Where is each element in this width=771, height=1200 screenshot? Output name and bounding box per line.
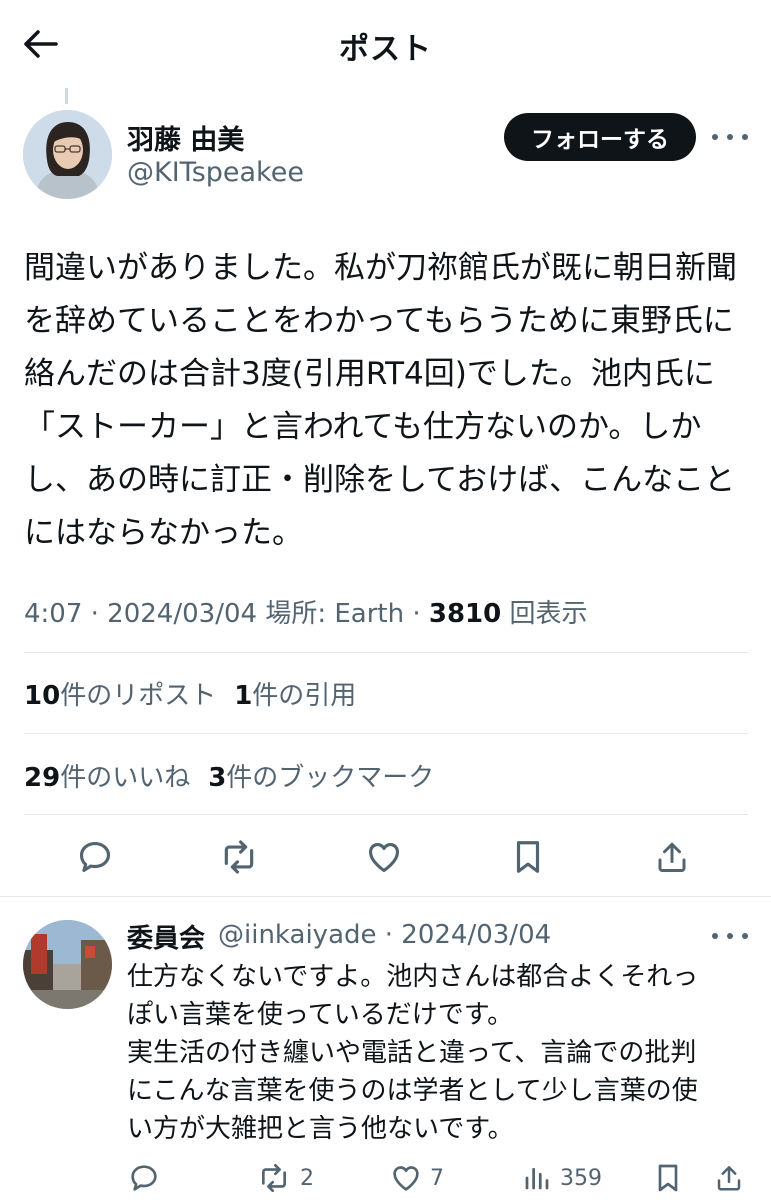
- tweet-meta: 4:07 · 2024/03/04 場所: Earth · 3810 回表示: [24, 593, 588, 630]
- dot: [742, 134, 748, 140]
- likes-stat[interactable]: 29件のいいね: [24, 763, 190, 793]
- reply-views-count: 359: [560, 1165, 602, 1191]
- like-icon: [393, 1166, 419, 1191]
- reply-author-handle-date[interactable]: @iinkaiyade · 2024/03/04: [218, 920, 551, 950]
- like-bookmark-stats: 29件のいいね 3件のブックマーク: [24, 757, 434, 794]
- divider: [24, 733, 748, 734]
- views-count: 3810: [428, 599, 502, 629]
- tweet-location: 場所: Earth: [265, 599, 405, 629]
- divider: [24, 652, 748, 653]
- analytics-icon: [525, 1167, 549, 1190]
- reply-bookmark-button[interactable]: [654, 1158, 682, 1198]
- reply-text: 仕方なくないですよ。池内さんは都合よくそれっ ぽい言葉を使っているだけです。 実…: [127, 962, 699, 1144]
- page-title: ポスト: [339, 32, 432, 67]
- bookmarks-stat[interactable]: 3件のブックマーク: [208, 763, 434, 793]
- quotes-stat[interactable]: 1件の引用: [234, 681, 356, 711]
- like-icon: [368, 843, 400, 873]
- reply-icon: [79, 841, 111, 873]
- divider: [24, 814, 748, 815]
- bookmark-icon: [658, 1164, 678, 1192]
- reply-like-count: 7: [430, 1165, 444, 1191]
- bookmark-icon: [516, 841, 540, 873]
- section-divider: [0, 896, 771, 897]
- repost-icon: [262, 1164, 286, 1192]
- repost-button[interactable]: [217, 835, 261, 879]
- share-icon: [717, 1166, 741, 1191]
- more-options-icon[interactable]: [712, 125, 748, 149]
- like-button[interactable]: [362, 835, 406, 879]
- reposts-stat[interactable]: 10件のリポスト: [24, 681, 216, 711]
- repost-quote-stats: 10件のリポスト 1件の引用: [24, 675, 356, 712]
- dot: [742, 933, 748, 939]
- author-name[interactable]: 羽藤 由美: [127, 118, 244, 157]
- dot: [727, 933, 733, 939]
- author-handle[interactable]: @KITspeakee: [127, 157, 304, 188]
- reply-repost-count: 2: [300, 1165, 314, 1191]
- tweet-text: 間違いがありました。私が刀祢館氏が既に朝日新聞 を辞めていることをわかってもらう…: [24, 250, 737, 551]
- tweet-timestamp[interactable]: 4:07 · 2024/03/04: [24, 599, 257, 629]
- share-icon: [658, 842, 686, 872]
- dot: [712, 933, 718, 939]
- thread-connector-line: [65, 88, 68, 104]
- reply-views-button[interactable]: 359: [522, 1158, 602, 1198]
- bookmark-button[interactable]: [506, 835, 550, 879]
- author-avatar[interactable]: [23, 110, 112, 199]
- dot: [712, 134, 718, 140]
- reply-like-button[interactable]: 7: [390, 1158, 444, 1198]
- reply-reply-button[interactable]: [128, 1158, 160, 1198]
- follow-button[interactable]: フォローする: [504, 113, 696, 161]
- reply-repost-button[interactable]: 2: [256, 1158, 314, 1198]
- top-bar: ポスト: [0, 0, 771, 88]
- author-photo: [23, 110, 112, 199]
- reply-author-avatar[interactable]: [23, 920, 112, 1009]
- reply-share-button[interactable]: [714, 1158, 744, 1198]
- reply-author-name[interactable]: 委員会: [127, 918, 205, 955]
- reply-author-photo: [23, 920, 112, 1009]
- reply-button[interactable]: [73, 835, 117, 879]
- share-button[interactable]: [650, 835, 694, 879]
- views-label: 回表示: [509, 599, 588, 629]
- reply-more-options-icon[interactable]: [712, 924, 748, 948]
- reply-icon: [131, 1165, 157, 1191]
- repost-icon: [224, 840, 254, 874]
- dot: [727, 134, 733, 140]
- meta-separator: ·: [412, 599, 421, 629]
